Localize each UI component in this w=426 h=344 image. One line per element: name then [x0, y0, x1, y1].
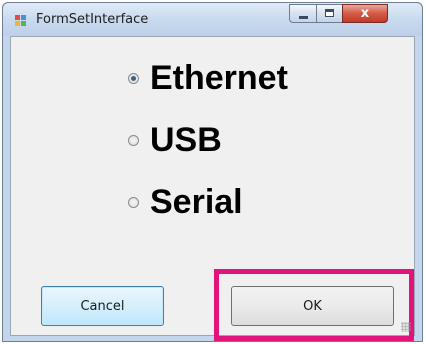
radio-label-ethernet: Ethernet	[150, 59, 288, 97]
maximize-button[interactable]	[316, 4, 343, 23]
radio-serial[interactable]: Serial	[128, 183, 243, 222]
radio-label-usb: USB	[150, 121, 222, 159]
radio-usb[interactable]: USB	[128, 121, 222, 160]
radio-button-icon[interactable]	[128, 135, 139, 146]
minimize-icon	[299, 16, 308, 19]
dialog-client-area: Ethernet USB Serial Cancel OK	[10, 36, 415, 341]
cancel-button[interactable]: Cancel	[41, 286, 164, 326]
resize-grip[interactable]	[401, 322, 411, 332]
app-form-icon	[15, 15, 29, 27]
minimize-button[interactable]	[289, 4, 317, 23]
radio-label-serial: Serial	[150, 183, 243, 221]
close-button[interactable]: x	[342, 4, 388, 23]
maximize-icon	[325, 9, 334, 17]
close-icon: x	[360, 6, 370, 21]
radio-ethernet[interactable]: Ethernet	[128, 59, 288, 98]
radio-button-checked-icon[interactable]	[128, 73, 139, 84]
dialog-window: FormSetInterface x Ethernet USB Serial C…	[2, 2, 423, 342]
window-title: FormSetInterface	[36, 12, 149, 27]
title-bar[interactable]: FormSetInterface x	[3, 3, 422, 36]
ok-button[interactable]: OK	[231, 286, 394, 326]
radio-button-icon[interactable]	[128, 197, 139, 208]
